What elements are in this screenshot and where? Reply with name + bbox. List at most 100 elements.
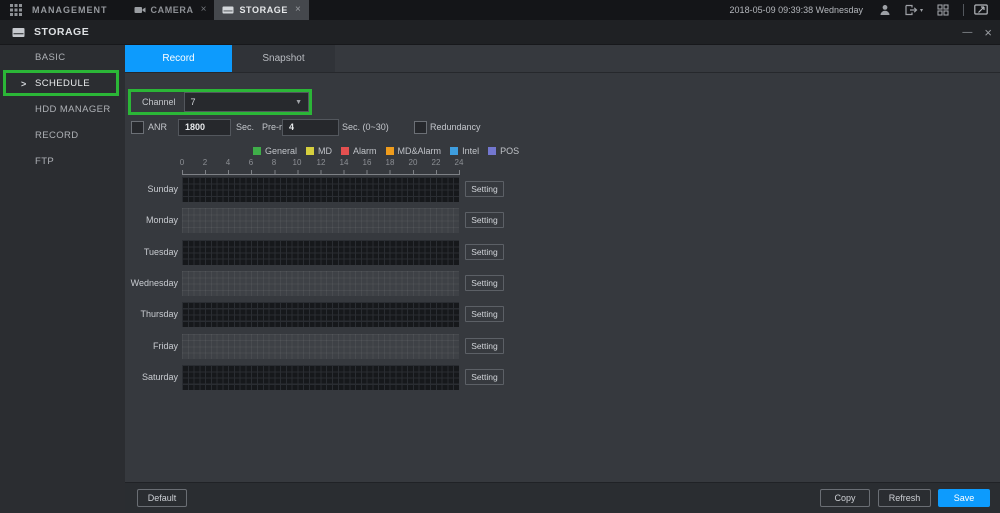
save-button[interactable]: Save xyxy=(938,489,990,507)
logout-icon[interactable]: ▾ xyxy=(905,4,923,16)
tab-record[interactable]: Record xyxy=(125,45,232,72)
legend-swatch-alarm xyxy=(341,147,349,155)
schedule-timeline-tuesday[interactable] xyxy=(182,240,459,265)
setting-button-saturday[interactable]: Setting xyxy=(465,369,504,385)
day-label-monday: Monday xyxy=(130,208,178,233)
legend-item-md: MD xyxy=(306,146,332,156)
top-bar-right: 2018-05-09 09:39:38 Wednesday ▾ xyxy=(730,4,1000,16)
sidebar-item-basic[interactable]: BASIC xyxy=(0,45,125,71)
tab-storage-label: STORAGE xyxy=(239,5,288,15)
hour-tick-label: 14 xyxy=(340,158,349,167)
legend-swatch-pos xyxy=(488,147,496,155)
copy-button[interactable]: Copy xyxy=(820,489,870,507)
hour-tick-label: 12 xyxy=(317,158,326,167)
record-options-row: ANR 1800 Sec. Pre-record 4 Sec. (0~30) R… xyxy=(125,119,1000,136)
datetime-label: 2018-05-09 09:39:38 Wednesday xyxy=(730,5,863,15)
prerecord-input[interactable]: 4 xyxy=(282,119,339,136)
screen-layout-icon[interactable] xyxy=(937,4,949,16)
legend-label-md-alarm: MD&Alarm xyxy=(398,146,442,156)
setting-button-wednesday[interactable]: Setting xyxy=(465,275,504,291)
redundancy-checkbox[interactable] xyxy=(414,121,427,134)
schedule-row-friday: Friday Setting xyxy=(130,334,504,359)
sidebar-item-record-label: RECORD xyxy=(35,130,79,141)
close-icon[interactable]: × xyxy=(984,25,992,40)
monitor-icon[interactable] xyxy=(974,4,988,16)
legend-label-pos: POS xyxy=(500,146,519,156)
setting-button-monday[interactable]: Setting xyxy=(465,212,504,228)
setting-button-thursday[interactable]: Setting xyxy=(465,306,504,322)
day-label-friday: Friday xyxy=(130,334,178,359)
day-label-saturday: Saturday xyxy=(130,365,178,390)
setting-button-sunday[interactable]: Setting xyxy=(465,181,504,197)
schedule-row-monday: Monday Setting xyxy=(130,208,504,233)
schedule-row-saturday: Saturday Setting xyxy=(130,365,504,390)
chevron-right-icon: > xyxy=(21,71,27,97)
day-label-tuesday: Tuesday xyxy=(130,240,178,265)
setting-button-tuesday[interactable]: Setting xyxy=(465,244,504,260)
schedule-timeline-friday[interactable] xyxy=(182,334,459,359)
legend-label-md: MD xyxy=(318,146,332,156)
day-label-thursday: Thursday xyxy=(130,302,178,327)
footer-bar: Default Copy Refresh Save xyxy=(125,482,1000,513)
legend-item-alarm: Alarm xyxy=(341,146,377,156)
legend-swatch-md xyxy=(306,147,314,155)
sidebar: BASIC > SCHEDULE HDD MANAGER RECORD FTP xyxy=(0,45,125,513)
sidebar-item-ftp[interactable]: FTP xyxy=(0,149,125,175)
annotation-box-channel: Channel 7 ▼ xyxy=(128,89,312,115)
schedule-row-sunday: Sunday Setting xyxy=(130,177,504,202)
top-bar-divider xyxy=(963,4,964,16)
tab-storage-close-icon[interactable]: × xyxy=(295,5,301,15)
tab-storage[interactable]: STORAGE × xyxy=(214,0,308,20)
storage-title-icon xyxy=(12,27,25,38)
default-button[interactable]: Default xyxy=(137,489,187,507)
sidebar-item-record[interactable]: RECORD xyxy=(0,123,125,149)
prerecord-unit-label: Sec. (0~30) xyxy=(342,119,389,136)
schedule-timeline-saturday[interactable] xyxy=(182,365,459,390)
legend-item-pos: POS xyxy=(488,146,519,156)
anr-input[interactable]: 1800 xyxy=(178,119,231,136)
logout-caret-icon: ▾ xyxy=(920,7,923,14)
channel-value: 7 xyxy=(191,97,196,107)
schedule-row-thursday: Thursday Setting xyxy=(130,302,504,327)
record-type-legend: General MD Alarm MD&Alarm Intel POS xyxy=(253,146,528,156)
hour-tick-label: 18 xyxy=(386,158,395,167)
sidebar-item-schedule[interactable]: > SCHEDULE xyxy=(0,71,125,97)
tab-camera[interactable]: CAMERA × xyxy=(126,0,215,20)
chevron-down-icon: ▼ xyxy=(295,99,302,106)
tabs-divider xyxy=(125,72,1000,73)
setting-button-friday[interactable]: Setting xyxy=(465,338,504,354)
anr-label: ANR xyxy=(148,119,167,136)
hour-tick-label: 6 xyxy=(249,158,253,167)
schedule-timeline-thursday[interactable] xyxy=(182,302,459,327)
refresh-button[interactable]: Refresh xyxy=(878,489,931,507)
sidebar-item-hdd-manager[interactable]: HDD MANAGER xyxy=(0,97,125,123)
schedule-timeline-wednesday[interactable] xyxy=(182,271,459,296)
schedule-timeline-sunday[interactable] xyxy=(182,177,459,202)
app-grid-icon[interactable] xyxy=(10,4,22,16)
minimize-icon[interactable]: — xyxy=(962,27,972,38)
tab-camera-close-icon[interactable]: × xyxy=(201,5,207,15)
hour-tick-label: 16 xyxy=(363,158,372,167)
camera-icon xyxy=(134,5,146,15)
legend-label-intel: Intel xyxy=(462,146,479,156)
hour-axis-ticks xyxy=(182,170,460,175)
tab-snapshot[interactable]: Snapshot xyxy=(232,45,335,72)
page-title: STORAGE xyxy=(34,26,89,38)
legend-item-general: General xyxy=(253,146,297,156)
hour-tick-label: 8 xyxy=(272,158,276,167)
management-label[interactable]: MANAGEMENT xyxy=(32,5,108,15)
channel-label: Channel xyxy=(142,97,176,107)
redundancy-label: Redundancy xyxy=(430,119,481,136)
legend-swatch-general xyxy=(253,147,261,155)
sidebar-item-ftp-label: FTP xyxy=(35,156,54,167)
anr-checkbox[interactable] xyxy=(131,121,144,134)
schedule-row-wednesday: Wednesday Setting xyxy=(130,271,504,296)
schedule-timeline-monday[interactable] xyxy=(182,208,459,233)
hour-tick-label: 4 xyxy=(226,158,230,167)
channel-dropdown[interactable]: 7 ▼ xyxy=(184,92,309,112)
legend-label-general: General xyxy=(265,146,297,156)
user-icon[interactable] xyxy=(879,4,891,16)
tab-camera-label: CAMERA xyxy=(151,5,194,15)
hour-tick-label: 10 xyxy=(293,158,302,167)
app-window: MANAGEMENT CAMERA × STORAGE × 2018-05-09… xyxy=(0,0,1000,513)
